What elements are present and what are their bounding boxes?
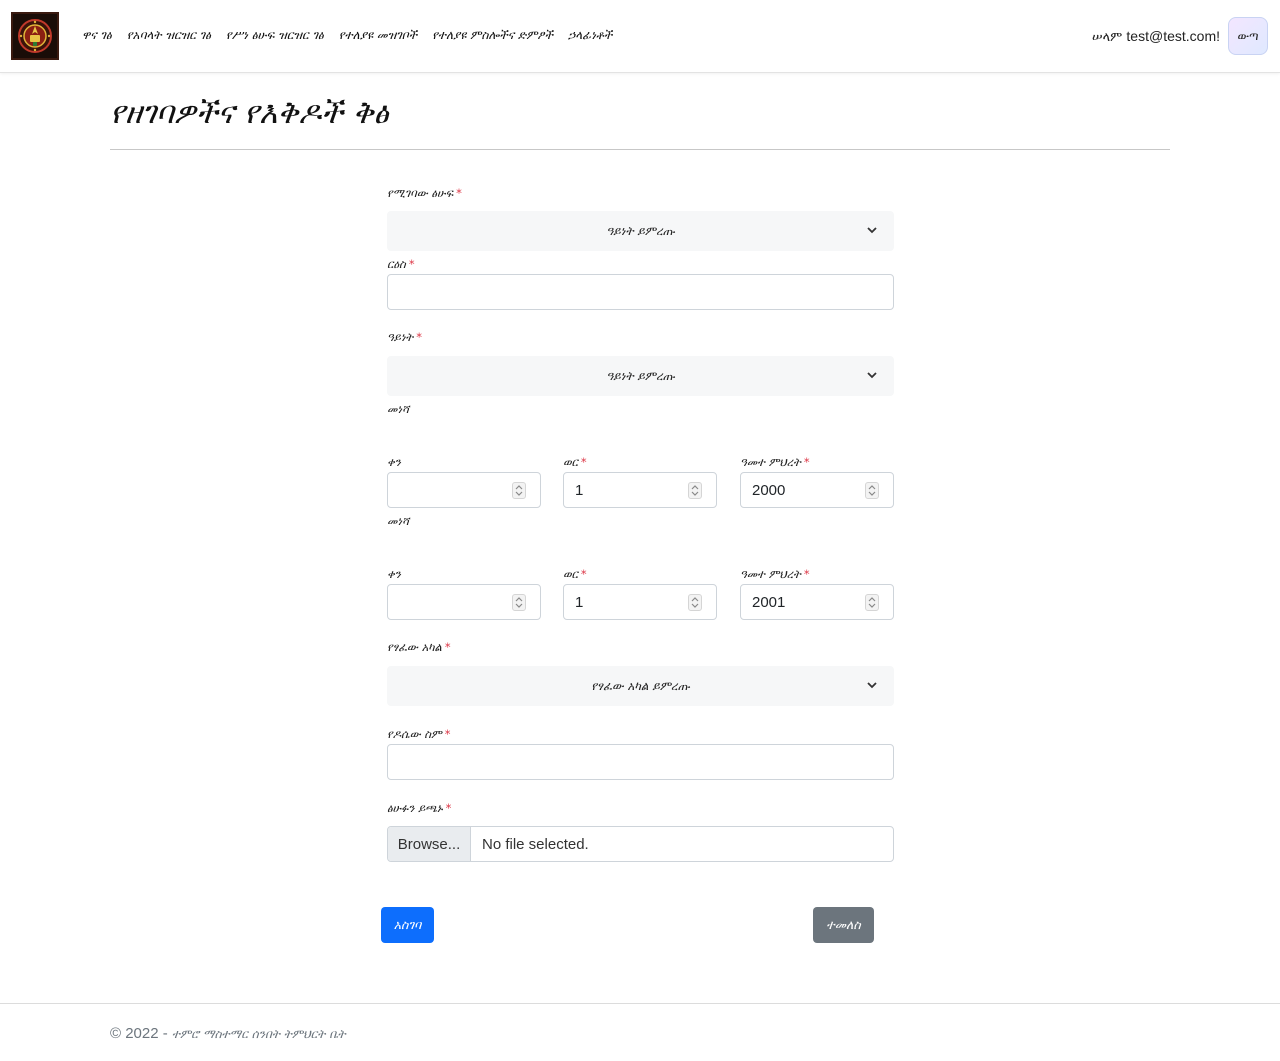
author-body-label: የፃፈው አካል *	[387, 640, 451, 655]
page-title: የዘገባዎችና የእቅዶች ቅፅ	[110, 95, 389, 131]
subject-input[interactable]	[387, 274, 894, 310]
to-day-label: ቀን	[387, 567, 401, 582]
cancel-button[interactable]: ተመለስ	[813, 907, 874, 943]
to-year-value: 2001	[752, 593, 786, 611]
nav-link-members[interactable]: የአባላት ዝርዝር ገፅ	[127, 28, 211, 43]
to-year-input[interactable]: 2001	[740, 584, 894, 620]
nav-link-media[interactable]: የተለያዩ ምስሎችና ድምፆች	[432, 28, 553, 43]
filename-input[interactable]	[387, 744, 894, 780]
spinner-arrows-icon[interactable]	[688, 594, 702, 611]
required-mark: *	[803, 567, 810, 581]
to-day-input[interactable]	[387, 584, 541, 620]
to-year-label-text: ዓመተ ምህረት	[740, 567, 801, 581]
author-body-select[interactable]: የፃፈው አካል ይምረጡ	[387, 666, 894, 706]
nav-link-literature[interactable]: የሥነ ፅሁፍ ዝርዝር ገፅ	[226, 28, 324, 43]
to-month-label-text: ወር	[563, 567, 578, 581]
from-year-value: 2000	[752, 481, 786, 499]
upload-label: ፅሁፉን ይጫኑ *	[387, 801, 451, 816]
required-mark: *	[408, 257, 415, 271]
footer-copyright: © 2022 - ተምሮ ማስተማር ሰንበት ትምህርት ቤት	[110, 1025, 346, 1042]
filename-label-text: የዶሴው ስም	[387, 727, 442, 741]
to-year-label: ዓመተ ምህረት *	[740, 567, 810, 582]
kind-select[interactable]: ዓይነት ይምረጡ	[387, 356, 894, 396]
browse-button[interactable]: Browse...	[388, 827, 471, 861]
logo-icon[interactable]	[11, 12, 59, 60]
nav-link-responsibilities[interactable]: ኃላፊነቶች	[568, 28, 612, 43]
to-month-label: ወር *	[563, 567, 587, 582]
copyright-symbol: ©	[110, 1025, 122, 1042]
to-month-input[interactable]: 1	[563, 584, 717, 620]
from-year-input[interactable]: 2000	[740, 472, 894, 508]
file-upload-input[interactable]: Browse... No file selected.	[387, 826, 894, 862]
greeting-word: ሠላም	[1092, 29, 1123, 45]
user-greeting: ሠላም test@test.com!	[1092, 28, 1220, 45]
file-status-text: No file selected.	[482, 835, 589, 853]
required-mark: *	[456, 186, 462, 200]
doc-type-label: የሚገባው ፅሁፍ *	[387, 186, 462, 201]
from-month-input[interactable]: 1	[563, 472, 717, 508]
subject-label-text: ርዕስ	[387, 257, 406, 271]
spinner-arrows-icon[interactable]	[688, 482, 702, 499]
footer-divider	[0, 1003, 1280, 1004]
subject-label: ርዕስ *	[387, 257, 415, 272]
upload-label-text: ፅሁፉን ይጫኑ	[387, 801, 443, 815]
top-navbar: ዋና ገፅ የአባላት ዝርዝር ገፅ የሥነ ፅሁፍ ዝርዝር ገፅ የተለያ…	[0, 0, 1280, 73]
nav-link-records[interactable]: የተለያዩ መዝገቦች	[339, 28, 417, 43]
from-month-label-text: ወር	[563, 455, 578, 469]
required-mark: *	[416, 330, 422, 344]
kind-select-value: ዓይነት ይምረጡ	[606, 368, 675, 383]
kind-label-text: ዓይነት	[387, 330, 414, 344]
required-mark: *	[444, 640, 451, 654]
to-section-label: መነሻ	[387, 514, 410, 528]
chevron-down-icon	[867, 227, 877, 234]
doc-type-select[interactable]: ዓይነት ይምረጡ	[387, 211, 894, 251]
from-section-label: መነሻ	[387, 402, 410, 416]
from-day-label: ቀን	[387, 455, 401, 470]
from-year-label-text: ዓመተ ምህረት	[740, 455, 801, 469]
organization-name: ተምሮ ማስተማር ሰንበት ትምህርት ቤት	[171, 1027, 346, 1041]
user-email: test@test.com!	[1126, 27, 1220, 44]
doc-type-label-text: የሚገባው ፅሁፍ	[387, 186, 454, 200]
copyright-year: 2022	[125, 1025, 159, 1042]
required-mark: *	[444, 727, 451, 741]
spinner-arrows-icon[interactable]	[512, 594, 526, 611]
spinner-arrows-icon[interactable]	[865, 482, 879, 499]
nav-link-home[interactable]: ዋና ገፅ	[82, 28, 112, 43]
spinner-arrows-icon[interactable]	[865, 594, 879, 611]
filename-label: የዶሴው ስም *	[387, 727, 451, 742]
from-month-value: 1	[575, 481, 584, 499]
author-body-select-value: የፃፈው አካል ይምረጡ	[591, 678, 690, 693]
to-day-label-text: ቀን	[387, 567, 401, 581]
kind-label: ዓይነት *	[387, 330, 422, 345]
required-mark: *	[580, 455, 587, 469]
required-mark: *	[445, 801, 452, 815]
title-divider	[110, 149, 1170, 150]
author-body-label-text: የፃፈው አካል	[387, 640, 442, 654]
chevron-down-icon	[867, 372, 877, 379]
spinner-arrows-icon[interactable]	[512, 482, 526, 499]
to-month-value: 1	[575, 593, 584, 611]
copyright-separator: -	[162, 1025, 168, 1042]
main-nav: ዋና ገፅ የአባላት ዝርዝር ገፅ የሥነ ፅሁፍ ዝርዝር ገፅ የተለያ…	[82, 28, 612, 43]
from-year-label: ዓመተ ምህረት *	[740, 455, 810, 470]
required-mark: *	[803, 455, 810, 469]
chevron-down-icon	[867, 682, 877, 689]
user-area: ሠላም test@test.com! ውጣ	[1092, 17, 1268, 55]
submit-button[interactable]: አስገባ	[381, 907, 434, 943]
from-month-label: ወር *	[563, 455, 587, 470]
from-day-label-text: ቀን	[387, 455, 401, 469]
logout-button[interactable]: ውጣ	[1228, 17, 1268, 55]
doc-type-select-value: ዓይነት ይምረጡ	[606, 223, 675, 238]
from-day-input[interactable]	[387, 472, 541, 508]
required-mark: *	[580, 567, 587, 581]
